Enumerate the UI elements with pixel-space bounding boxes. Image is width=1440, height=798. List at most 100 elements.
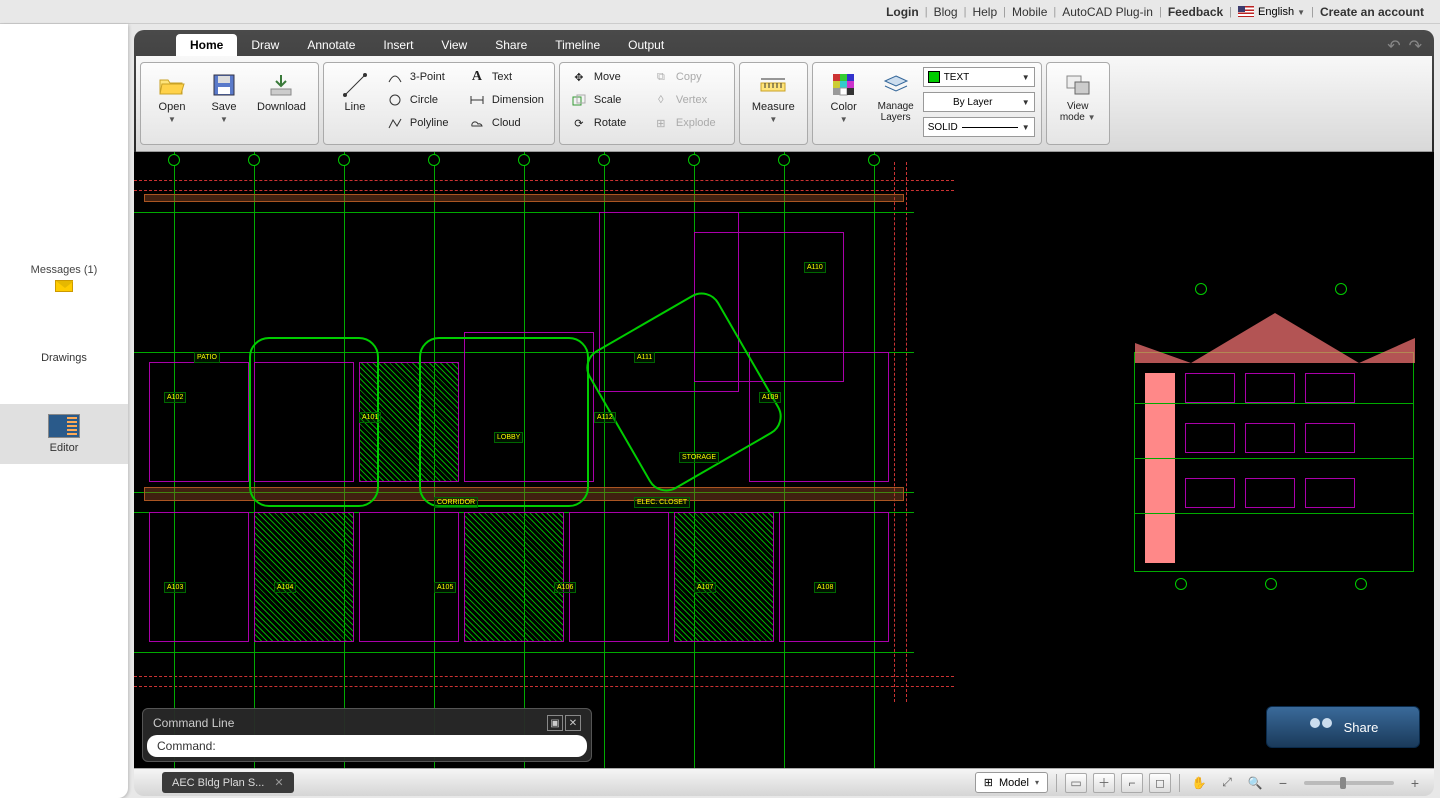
people-icon xyxy=(1308,718,1334,736)
line-button[interactable]: Line xyxy=(330,67,380,117)
zoom-in-button[interactable]: + xyxy=(1404,773,1426,793)
viewport-1-button[interactable]: ▭ xyxy=(1065,773,1087,793)
sidebar-messages[interactable]: Messages (1) xyxy=(0,264,128,302)
panel-file: Open▼ Save▼ Download xyxy=(140,62,319,145)
redo-button[interactable]: ↷ xyxy=(1409,36,1422,56)
command-input[interactable]: Command: xyxy=(147,735,587,757)
viewmode-button[interactable]: Viewmode ▼ xyxy=(1053,67,1103,127)
status-bar: AEC Bldg Plan S... ✕ ⊞ Model ▾ ▭ ＋ ⌐ ◻ ✋… xyxy=(134,768,1434,796)
label-a103: A103 xyxy=(164,582,186,593)
circle-button[interactable]: Circle xyxy=(382,90,462,110)
command-line-panel: Command Line ▣ ✕ Command: xyxy=(142,708,592,762)
color-button[interactable]: Color▼ xyxy=(819,67,869,128)
command-line-title: Command Line xyxy=(153,716,234,730)
dimension-icon xyxy=(468,92,486,108)
tab-output[interactable]: Output xyxy=(614,34,678,56)
zoom-slider[interactable] xyxy=(1304,781,1394,785)
zoom-extents-button[interactable]: ⤢ xyxy=(1216,773,1238,793)
tab-draw[interactable]: Draw xyxy=(237,34,293,56)
share-button[interactable]: Share xyxy=(1266,706,1420,748)
open-button[interactable]: Open▼ xyxy=(147,67,197,128)
close-file-button[interactable]: ✕ xyxy=(274,776,283,789)
file-tab[interactable]: AEC Bldg Plan S... ✕ xyxy=(162,772,294,793)
scale-icon xyxy=(570,92,588,108)
polyline-button[interactable]: Polyline xyxy=(382,113,462,133)
undo-button[interactable]: ↶ xyxy=(1387,36,1400,56)
manage-layers-button[interactable]: ManageLayers xyxy=(871,67,921,127)
tab-share[interactable]: Share xyxy=(481,34,541,56)
lineweight-select[interactable]: By Layer▼ xyxy=(923,92,1035,112)
viewport-3-button[interactable]: ⌐ xyxy=(1121,773,1143,793)
save-button[interactable]: Save▼ xyxy=(199,67,249,128)
label-a107: A107 xyxy=(694,582,716,593)
label-a104: A104 xyxy=(274,582,296,593)
label-a110: A110 xyxy=(804,262,826,273)
sidebar-drawings[interactable]: Drawings xyxy=(0,342,128,374)
panel-modify: ✥Move Scale ⟳Rotate ⧉Copy ◊Vertex ⊞Explo… xyxy=(559,62,735,145)
model-space-select[interactable]: ⊞ Model ▾ xyxy=(975,772,1048,793)
explode-button[interactable]: ⊞Explode xyxy=(648,113,728,133)
tab-home[interactable]: Home xyxy=(176,34,237,56)
zoom-button[interactable]: 🔍 xyxy=(1244,773,1266,793)
label-a109: A109 xyxy=(759,392,781,403)
move-button[interactable]: ✥Move xyxy=(566,67,646,87)
color-grid-icon xyxy=(830,71,858,99)
text-icon: A xyxy=(468,69,486,85)
download-button[interactable]: Download xyxy=(251,67,312,117)
label-lobby: LOBBY xyxy=(494,432,523,443)
measure-button[interactable]: Measure▼ xyxy=(746,67,801,128)
scale-button[interactable]: Scale xyxy=(566,90,646,110)
viewport-4-button[interactable]: ◻ xyxy=(1149,773,1171,793)
line-icon xyxy=(341,71,369,99)
label-a101: A101 xyxy=(359,412,381,423)
panel-draw: Line 3-Point Circle Polyline AText Dimen… xyxy=(323,62,555,145)
viewport-2-button[interactable]: ＋ xyxy=(1093,773,1115,793)
mobile-link[interactable]: Mobile xyxy=(1012,5,1047,19)
threepoint-button[interactable]: 3-Point xyxy=(382,67,462,87)
tab-insert[interactable]: Insert xyxy=(369,34,427,56)
tab-view[interactable]: View xyxy=(427,34,481,56)
zoom-out-button[interactable]: − xyxy=(1272,773,1294,793)
arc-icon xyxy=(386,69,404,85)
folder-open-icon xyxy=(158,71,186,99)
login-link[interactable]: Login xyxy=(886,5,919,19)
tab-timeline[interactable]: Timeline xyxy=(541,34,614,56)
dimension-button[interactable]: Dimension xyxy=(464,90,548,110)
label-a105: A105 xyxy=(434,582,456,593)
linetype-select[interactable]: SOLID▼ xyxy=(923,117,1035,137)
pan-button[interactable]: ✋ xyxy=(1188,773,1210,793)
tab-annotate[interactable]: Annotate xyxy=(293,34,369,56)
blog-link[interactable]: Blog xyxy=(934,5,958,19)
command-collapse-button[interactable]: ▣ xyxy=(547,715,563,731)
language-selector[interactable]: English ▼ xyxy=(1238,6,1305,18)
cloud-icon xyxy=(468,115,486,131)
rotate-icon: ⟳ xyxy=(570,115,588,131)
label-a102: A102 xyxy=(164,392,186,403)
plugin-link[interactable]: AutoCAD Plug-in xyxy=(1062,5,1153,19)
vertex-button[interactable]: ◊Vertex xyxy=(648,90,728,110)
create-account-link[interactable]: Create an account xyxy=(1320,5,1424,19)
text-button[interactable]: AText xyxy=(464,67,548,87)
label-a106: A106 xyxy=(554,582,576,593)
label-patio: PATIO xyxy=(194,352,220,363)
panel-measure: Measure▼ xyxy=(739,62,808,145)
ribbon-toolbar: Open▼ Save▼ Download Line xyxy=(136,56,1432,152)
label-a112: A112 xyxy=(594,412,616,423)
label-elec: ELEC. CLOSET xyxy=(634,497,690,508)
flag-us-icon xyxy=(1238,6,1254,17)
move-icon: ✥ xyxy=(570,69,588,85)
circle-icon xyxy=(386,92,404,108)
command-close-button[interactable]: ✕ xyxy=(565,715,581,731)
help-link[interactable]: Help xyxy=(972,5,997,19)
feedback-link[interactable]: Feedback xyxy=(1168,5,1223,19)
rotate-button[interactable]: ⟳Rotate xyxy=(566,113,646,133)
drawing-canvas[interactable]: LOBBY CORRIDOR STORAGE ELEC. CLOSET PATI… xyxy=(134,152,1434,768)
copy-button[interactable]: ⧉Copy xyxy=(648,67,728,87)
editor-icon xyxy=(48,414,80,438)
ruler-icon xyxy=(759,71,787,99)
vertex-icon: ◊ xyxy=(652,92,670,108)
sidebar-editor[interactable]: Editor xyxy=(0,404,128,464)
layer-select[interactable]: TEXT▼ xyxy=(923,67,1035,87)
cloud-button[interactable]: Cloud xyxy=(464,113,548,133)
workspace: Home Draw Annotate Insert View Share Tim… xyxy=(128,24,1440,798)
